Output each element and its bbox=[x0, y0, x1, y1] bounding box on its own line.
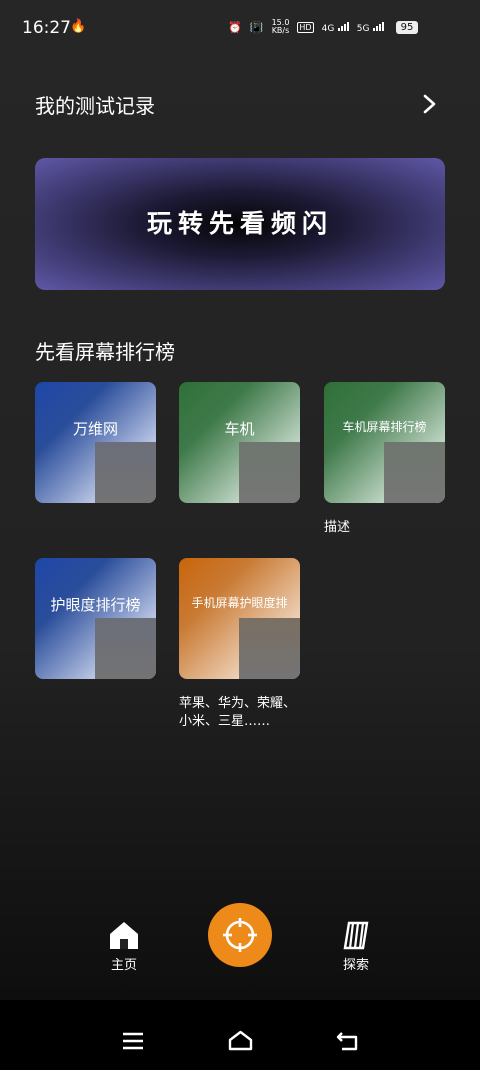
alarm-icon: ⏰ bbox=[228, 20, 242, 34]
description-line: 苹果、华为、荣耀、 bbox=[179, 696, 297, 711]
card-label: 护眼度排行榜 bbox=[50, 596, 141, 614]
card-label: 万维网 bbox=[72, 420, 118, 438]
card-description: 描述 bbox=[324, 520, 351, 535]
flame-icon: 🔥 bbox=[70, 19, 87, 34]
nav-explore[interactable]: 探索 bbox=[336, 920, 376, 973]
card-eye-care-ranking[interactable]: 护眼度排行榜 bbox=[35, 558, 156, 679]
card-label: 手机屏幕护眼度排 bbox=[191, 596, 288, 610]
card-shade bbox=[384, 442, 445, 503]
flicker-banner[interactable]: 玩转先看频闪 bbox=[35, 158, 445, 290]
status-bar: 16:27 🔥 ⏰ 📳 15.0 KB/s HD 4G 5G 95 bbox=[0, 0, 480, 58]
back-icon[interactable] bbox=[336, 1031, 359, 1051]
card-shade bbox=[95, 442, 156, 503]
battery-indicator: 95 bbox=[396, 21, 418, 34]
card-label: 车机屏幕排行榜 bbox=[342, 420, 427, 434]
card-shade bbox=[239, 618, 300, 679]
test-fab-button[interactable] bbox=[208, 903, 272, 967]
sim2-signal: 5G bbox=[357, 21, 384, 34]
card-description: 苹果、华为、荣耀、 小米、三星…… bbox=[179, 695, 296, 731]
home-icon bbox=[110, 922, 138, 949]
description-line: 小米、三星…… bbox=[179, 714, 271, 729]
target-icon bbox=[223, 918, 257, 952]
card-shade bbox=[95, 618, 156, 679]
card-car-screen-ranking[interactable]: 车机屏幕排行榜 bbox=[324, 382, 445, 503]
nav-explore-label: 探索 bbox=[342, 958, 369, 973]
menu-icon[interactable] bbox=[122, 1032, 144, 1050]
card-www[interactable]: 万维网 bbox=[35, 382, 156, 503]
status-icons: ⏰ 📳 15.0 KB/s HD 4G 5G bbox=[228, 19, 384, 35]
card-shade bbox=[239, 442, 300, 503]
card-car[interactable]: 车机 bbox=[179, 382, 300, 503]
signal-icon bbox=[373, 21, 384, 31]
system-nav-bar bbox=[0, 1000, 480, 1070]
signal-icon bbox=[337, 21, 349, 31]
nav-home-label: 主页 bbox=[110, 958, 137, 973]
card-phone-screen-ranking[interactable]: 手机屏幕护眼度排 bbox=[179, 558, 300, 679]
test-records-title[interactable]: 我的测试记录 bbox=[35, 90, 155, 119]
card-label: 车机 bbox=[224, 420, 255, 438]
home-outline-icon[interactable] bbox=[228, 1030, 253, 1051]
status-time: 16:27 bbox=[22, 18, 71, 38]
chevron-right-icon[interactable] bbox=[420, 92, 440, 116]
hd-icon: HD bbox=[297, 21, 314, 33]
nav-home[interactable]: 主页 bbox=[104, 920, 144, 973]
explore-icon bbox=[343, 921, 369, 950]
banner-text: 玩转先看频闪 bbox=[146, 209, 333, 238]
section-title: 先看屏幕排行榜 bbox=[35, 340, 175, 364]
sim1-signal: 4G bbox=[322, 21, 349, 34]
vibrate-icon: 📳 bbox=[249, 20, 264, 34]
net-speed: 15.0 KB/s bbox=[271, 18, 290, 35]
